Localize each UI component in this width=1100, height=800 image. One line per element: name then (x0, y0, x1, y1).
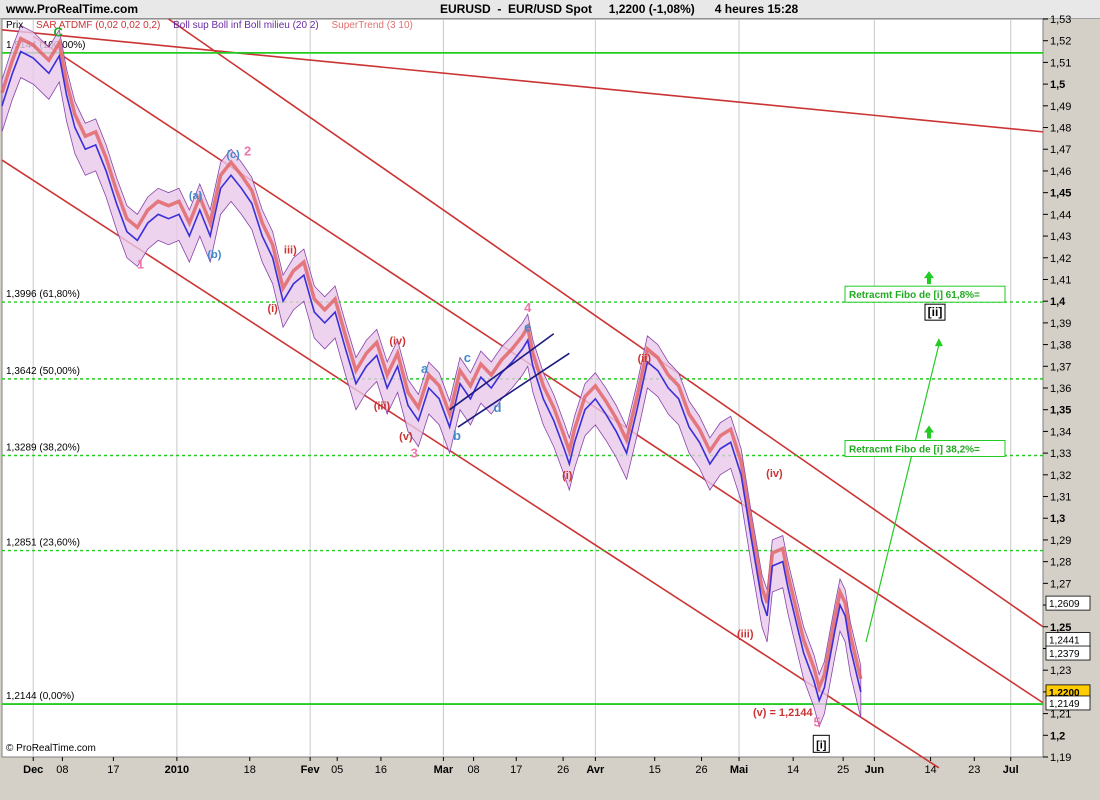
y-tick-label: 1,25 (1050, 622, 1071, 634)
retracement-label: Retracmt Fibo de [i] 61,8%= (849, 290, 980, 301)
x-tick-label: 26 (695, 764, 707, 776)
legend-item-price: Prix (6, 20, 24, 31)
y-tick-label: 1,21 (1050, 709, 1071, 721)
wave-label: iii) (284, 244, 297, 256)
y-tick-label: 1,47 (1050, 144, 1071, 156)
price-chart[interactable]: 1,531,521,511,51,491,481,471,461,451,441… (0, 0, 1100, 800)
wave-label: (iii) (374, 401, 391, 413)
x-tick-label: 23 (968, 764, 980, 776)
legend-item-supertrend: SuperTrend (3 10) (331, 20, 413, 31)
y-tick-label: 1,32 (1050, 470, 1071, 482)
wave-label: 1 (137, 257, 144, 272)
wave-label: a (421, 361, 429, 376)
price-tag-label: 1,2379 (1049, 649, 1080, 660)
wave-label: (v) = 1,2144 (753, 707, 814, 719)
x-tick-label: 14 (787, 764, 799, 776)
x-tick-label: 18 (244, 764, 256, 776)
wave-label: 5 (813, 715, 820, 730)
indicator-legend: Prix SAR ATDMF (0,02 0,02 0,2) Boll sup … (6, 20, 423, 31)
x-tick-label: 16 (375, 764, 387, 776)
x-tick-label: 08 (56, 764, 68, 776)
x-tick-label: 08 (467, 764, 479, 776)
fibo-level-label: 1,3642 (50,00%) (6, 366, 80, 377)
x-tick-label: Mai (730, 764, 748, 776)
y-tick-label: 1,35 (1050, 405, 1071, 417)
y-tick-label: 1,39 (1050, 318, 1071, 330)
copyright-footer: © ProRealTime.com (6, 743, 96, 754)
y-tick-label: 1,37 (1050, 361, 1071, 373)
price-tag-label: 1,2149 (1049, 699, 1080, 710)
wave-label: (iv) (766, 468, 783, 480)
wave-label: (c) (226, 149, 240, 161)
fibo-level-label: 1,2144 (0,00%) (6, 691, 74, 702)
plot-area (1, 18, 1044, 758)
wave-label: d (494, 400, 502, 415)
y-tick-label: 1,45 (1050, 188, 1071, 200)
legend-item-sar: SAR ATDMF (0,02 0,02 0,2) (36, 20, 161, 31)
x-tick-label: Mar (434, 764, 454, 776)
x-tick-label: Avr (586, 764, 605, 776)
y-tick-label: 1,49 (1050, 101, 1071, 113)
y-tick-label: 1,19 (1050, 752, 1071, 764)
y-tick-label: 1,29 (1050, 535, 1071, 547)
legend-item-bollinger: Boll sup Boll inf Boll milieu (20 2) (173, 20, 319, 31)
x-tick-label: 25 (837, 764, 849, 776)
x-tick-label: Dec (23, 764, 43, 776)
y-tick-label: 1,51 (1050, 57, 1071, 69)
x-tick-label: 2010 (165, 764, 189, 776)
wave-label: (v) (399, 431, 413, 443)
y-tick-label: 1,48 (1050, 123, 1071, 135)
y-tick-label: 1,34 (1050, 426, 1071, 438)
x-tick-label: Jul (1003, 764, 1019, 776)
wave-label: (i) (562, 470, 573, 482)
y-tick-label: 1,41 (1050, 274, 1071, 286)
x-tick-label: 17 (107, 764, 119, 776)
wave-label: (iv) (389, 336, 406, 348)
wave-label: c (464, 350, 471, 365)
x-tick-label: 15 (649, 764, 661, 776)
y-tick-label: 1,38 (1050, 340, 1071, 352)
wave-label: 2 (244, 144, 251, 159)
y-tick-label: 1,44 (1050, 209, 1071, 221)
wave-label: 4 (524, 300, 532, 315)
wave-label: (i) (267, 303, 278, 315)
y-tick-label: 1,42 (1050, 253, 1071, 265)
x-tick-label: Jun (865, 764, 885, 776)
y-tick-label: 1,43 (1050, 231, 1071, 243)
chart-window: www.ProRealTime.com EURUSD - EUR/USD Spo… (0, 0, 1100, 800)
y-tick-label: 1,23 (1050, 665, 1071, 677)
x-tick-label: 17 (510, 764, 522, 776)
wave-label: (b) (207, 249, 221, 261)
y-tick-label: 1,3 (1050, 513, 1065, 525)
price-tag-label: 1,2441 (1049, 636, 1080, 647)
y-tick-label: 1,46 (1050, 166, 1071, 178)
wave-label: (ii) (638, 353, 652, 365)
wave-label: b (453, 428, 461, 443)
y-tick-label: 1,2 (1050, 730, 1065, 742)
wave-label: e (524, 320, 531, 335)
y-tick-label: 1,4 (1050, 296, 1066, 308)
y-tick-label: 1,27 (1050, 578, 1071, 590)
wave-label: [ii] (928, 305, 943, 319)
y-tick-label: 1,36 (1050, 383, 1071, 395)
retracement-label: Retracmt Fibo de [i] 38,2%= (849, 445, 980, 456)
y-tick-label: 1,53 (1050, 14, 1071, 26)
wave-label: (iii) (737, 629, 754, 641)
fibo-level-label: 1,3996 (61,80%) (6, 289, 80, 300)
wave-label: 3 (411, 445, 418, 460)
y-tick-label: 1,31 (1050, 492, 1071, 504)
wave-label: (a) (189, 190, 203, 202)
x-tick-label: Fev (301, 764, 321, 776)
y-tick-label: 1,28 (1050, 557, 1071, 569)
wave-label: [i] (816, 739, 827, 751)
price-tag-label: 1,2609 (1049, 599, 1080, 610)
fibo-level-label: 1,2851 (23,60%) (6, 538, 80, 549)
y-tick-label: 1,5 (1050, 79, 1065, 91)
fibo-level-label: 1,3289 (38,20%) (6, 443, 80, 454)
y-tick-label: 1,33 (1050, 448, 1071, 460)
x-tick-label: 05 (331, 764, 343, 776)
x-tick-label: 26 (557, 764, 569, 776)
y-tick-label: 1,52 (1050, 36, 1071, 48)
